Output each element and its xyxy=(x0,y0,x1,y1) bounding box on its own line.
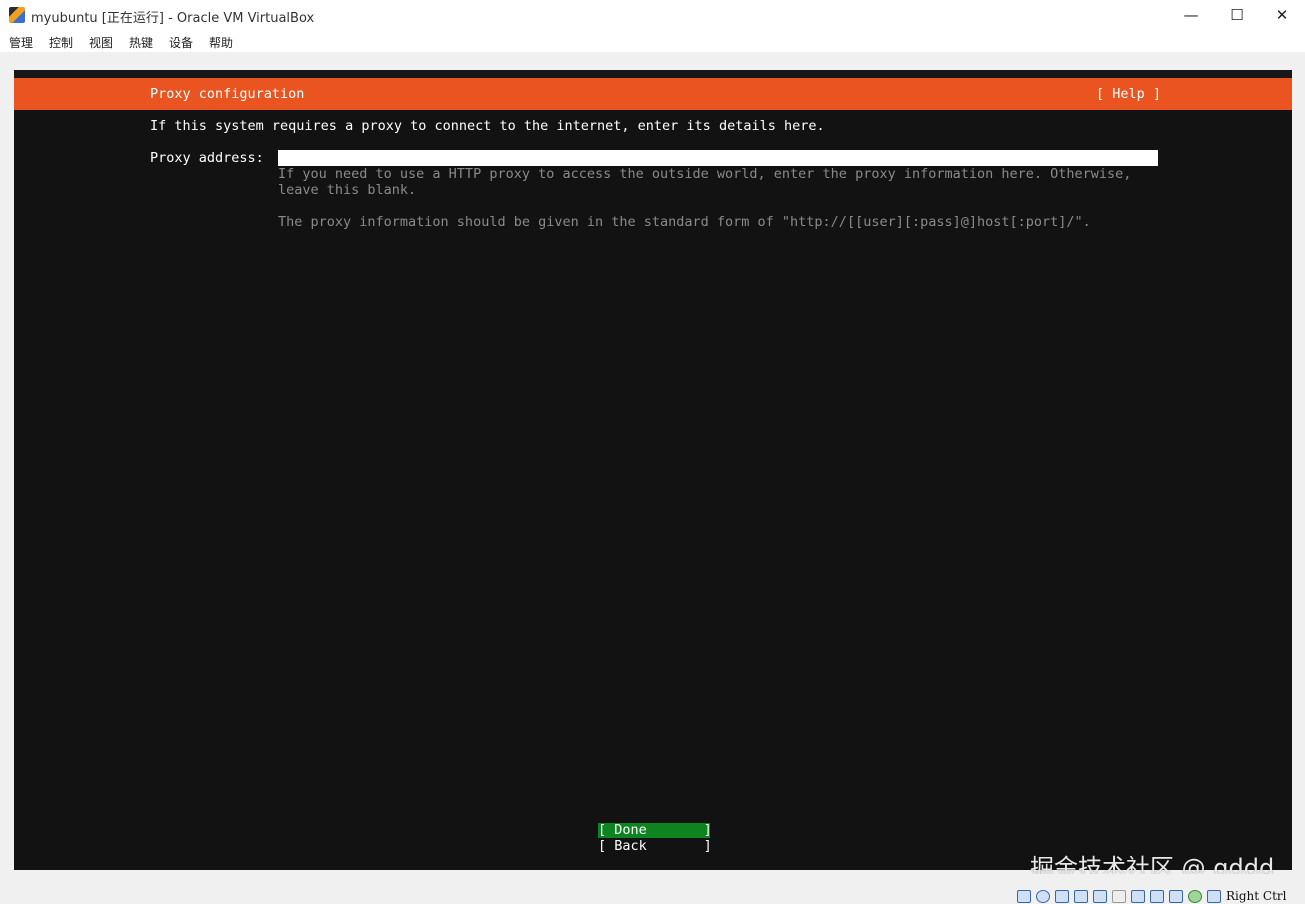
usb-icon[interactable] xyxy=(1093,890,1107,903)
window-titlebar: myubuntu [正在运行] - Oracle VM VirtualBox —… xyxy=(0,0,1305,30)
cpu-icon xyxy=(1169,890,1183,903)
proxy-address-input[interactable] xyxy=(278,150,1158,166)
close-button[interactable]: ✕ xyxy=(1259,0,1305,30)
audio-icon[interactable] xyxy=(1055,890,1069,903)
hard-disk-icon[interactable] xyxy=(1017,890,1031,903)
menu-help[interactable]: 帮助 xyxy=(209,34,233,51)
vm-top-strip xyxy=(14,70,1292,78)
help-button[interactable]: [ Help ] xyxy=(1096,86,1161,102)
window-title: myubuntu [正在运行] - Oracle VM VirtualBox xyxy=(31,11,315,26)
optical-drive-icon[interactable] xyxy=(1036,890,1050,903)
menu-control[interactable]: 控制 xyxy=(49,34,73,51)
virtualbox-app-icon xyxy=(9,7,25,23)
minimize-button[interactable]: — xyxy=(1168,0,1214,30)
proxy-hint-line1: If you need to use a HTTP proxy to acces… xyxy=(278,166,1132,182)
network-icon[interactable] xyxy=(1074,890,1088,903)
back-button-label: [ Back ] xyxy=(598,838,712,854)
vm-status-bar: Right Ctrl xyxy=(0,874,1305,904)
done-button-label: [ Done ] xyxy=(598,822,712,838)
recording-icon[interactable] xyxy=(1150,890,1164,903)
menu-bar: 管理 控制 视图 热键 设备 帮助 xyxy=(0,30,1305,52)
menu-hotkeys[interactable]: 热键 xyxy=(129,34,153,51)
menu-devices[interactable]: 设备 xyxy=(169,34,193,51)
menu-manage[interactable]: 管理 xyxy=(9,34,33,51)
maximize-button[interactable]: ☐ xyxy=(1214,0,1260,30)
vm-display[interactable]: Proxy configuration [ Help ] If this sys… xyxy=(14,70,1292,870)
host-key-label: Right Ctrl xyxy=(1226,889,1287,903)
proxy-hint-line2: leave this blank. xyxy=(278,182,417,198)
done-button[interactable]: [ Done ] xyxy=(598,822,712,838)
page-title: Proxy configuration xyxy=(150,86,305,102)
back-button[interactable]: [ Back ] xyxy=(598,838,712,854)
proxy-format-hint: The proxy information should be given in… xyxy=(278,214,1091,230)
menu-view[interactable]: 视图 xyxy=(89,34,113,51)
intro-text: If this system requires a proxy to conne… xyxy=(150,118,825,134)
display-icon[interactable] xyxy=(1131,890,1145,903)
installer-header: Proxy configuration [ Help ] xyxy=(14,78,1292,110)
mouse-integration-icon[interactable] xyxy=(1188,890,1202,903)
keyboard-icon[interactable] xyxy=(1207,890,1221,903)
shared-folder-icon[interactable] xyxy=(1112,890,1126,903)
proxy-address-label: Proxy address: xyxy=(150,150,264,166)
